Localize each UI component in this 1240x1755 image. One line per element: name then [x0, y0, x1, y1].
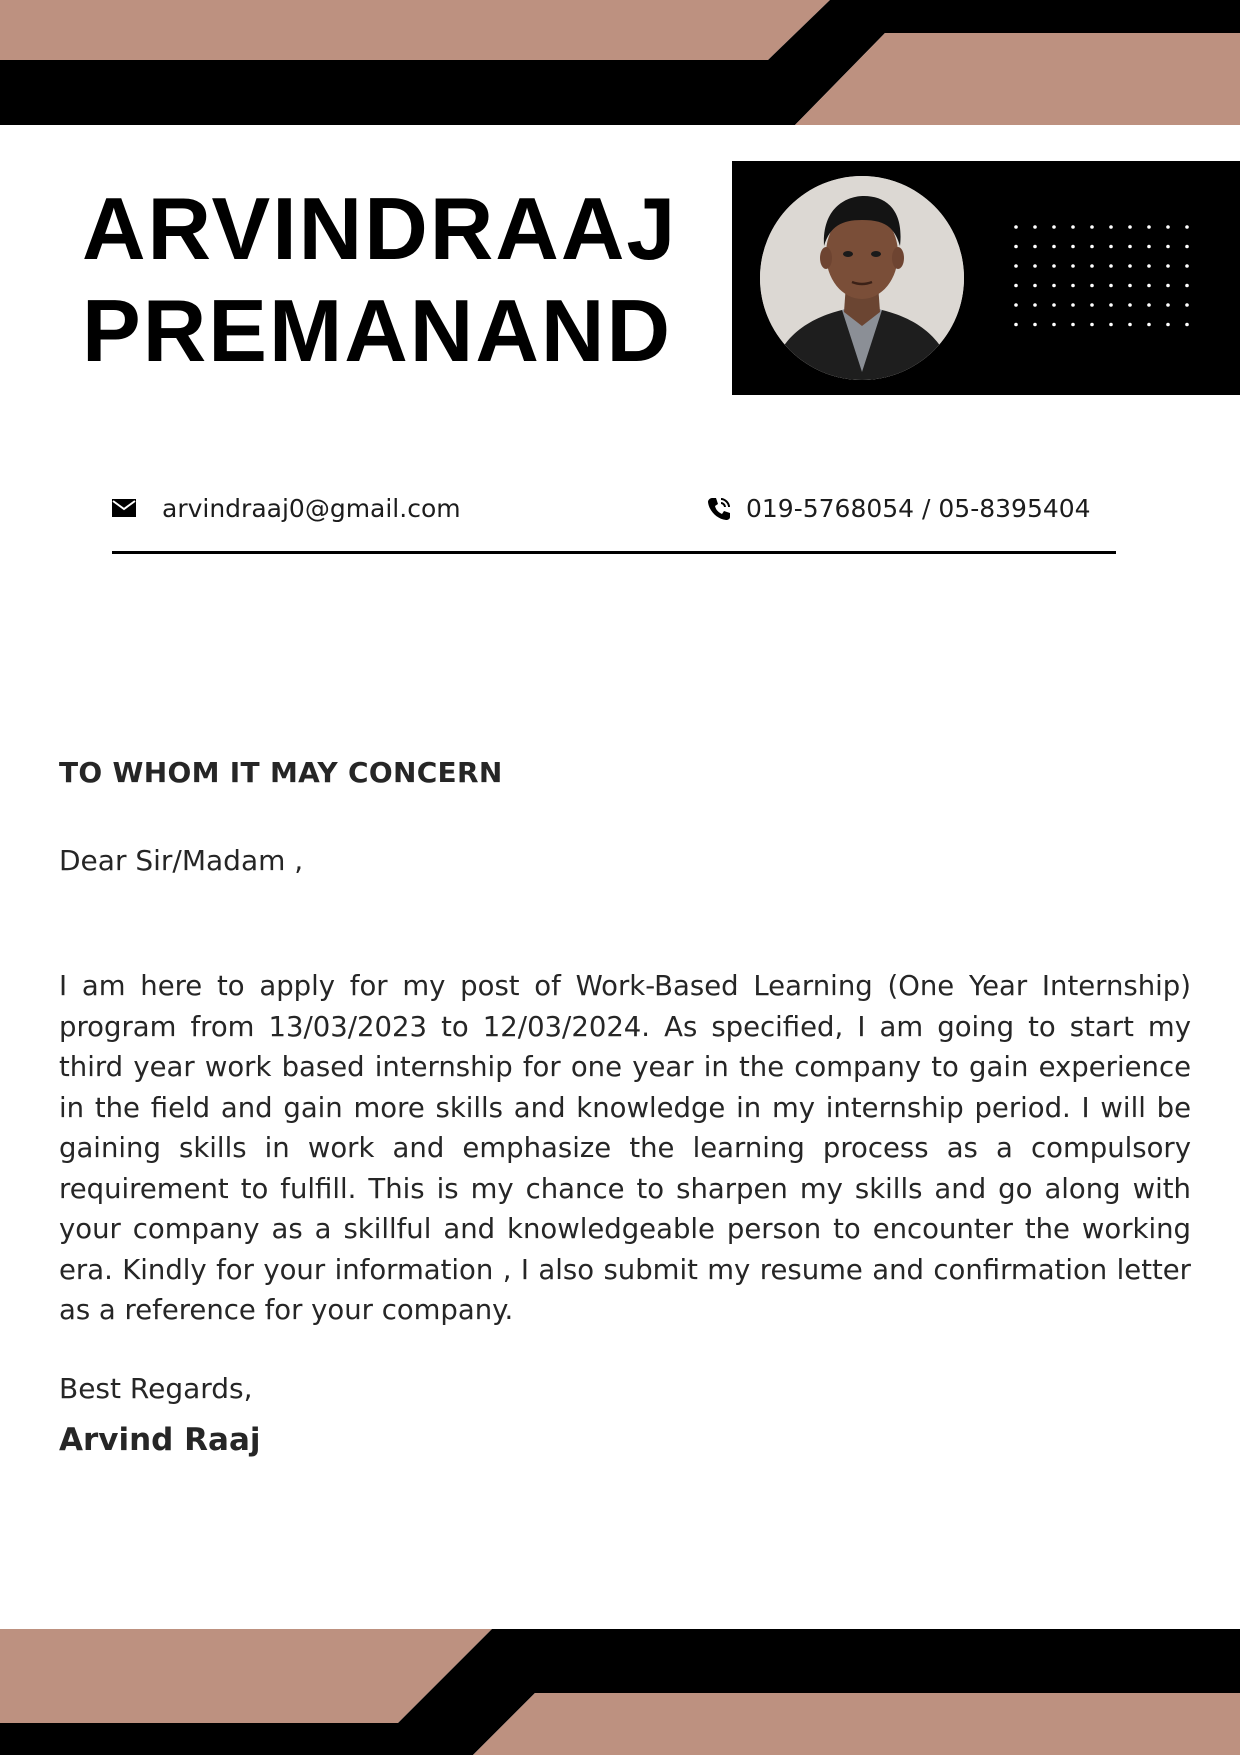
decor-dot [1109, 225, 1113, 229]
signature-name: Arvind Raaj [59, 1422, 261, 1458]
salutation: Dear Sir/Madam , [59, 844, 304, 877]
decor-dot [1166, 322, 1170, 327]
decor-dot [1147, 283, 1151, 288]
decor-dot [1109, 303, 1113, 307]
decor-dot [1052, 322, 1056, 327]
decor-dot [1128, 264, 1132, 268]
decor-dot [1014, 322, 1018, 327]
decor-dot [1147, 264, 1151, 268]
decor-dot [1014, 283, 1018, 288]
decor-dot [1185, 244, 1189, 249]
decor-dot [1109, 322, 1113, 327]
decor-dot [1090, 303, 1094, 307]
envelope-icon [110, 493, 140, 523]
decor-dot [1014, 225, 1018, 229]
email-contact: arvindraaj0@gmail.com [110, 488, 461, 528]
email-address[interactable]: arvindraaj0@gmail.com [162, 494, 461, 523]
decor-dot [1014, 244, 1018, 249]
letter-body: I am here to apply for my post of Work-B… [59, 970, 1191, 1326]
decor-dot [1147, 244, 1151, 249]
decor-dot [1147, 303, 1151, 307]
decor-dot [1147, 322, 1151, 327]
decor-dot [1128, 322, 1132, 327]
phone-icon [704, 493, 734, 523]
decor-dot [1071, 264, 1075, 268]
dot-grid-decoration [1014, 225, 1189, 327]
applicant-name: ARVINDRAAJ PREMANAND [82, 178, 722, 382]
decor-dot [1052, 283, 1056, 288]
decor-dot [1185, 303, 1189, 307]
decor-dot [1166, 303, 1170, 307]
decor-dot [1090, 283, 1094, 288]
decor-dot [1128, 225, 1132, 229]
decor-dot [1166, 244, 1170, 249]
decor-dot [1071, 303, 1075, 307]
decor-dot [1033, 225, 1037, 229]
decor-dot [1109, 264, 1113, 268]
decor-dot [1071, 283, 1075, 288]
decor-dot [1052, 303, 1056, 307]
letter-heading: TO WHOM IT MAY CONCERN [59, 756, 503, 789]
decor-dot [1128, 283, 1132, 288]
decor-dot [1147, 225, 1151, 229]
profile-photo [760, 176, 964, 380]
person-portrait-icon [760, 176, 964, 380]
decor-dot [1071, 322, 1075, 327]
decor-dot [1090, 322, 1094, 327]
decor-dot [1090, 225, 1094, 229]
closing: Best Regards, [59, 1372, 253, 1405]
decor-dot [1185, 283, 1189, 288]
decor-dot [1166, 264, 1170, 268]
decor-dot [1185, 264, 1189, 268]
decor-dot [1052, 225, 1056, 229]
decor-dot [1052, 264, 1056, 268]
decor-dot [1033, 264, 1037, 268]
decor-dot [1109, 244, 1113, 249]
decor-dot [1071, 225, 1075, 229]
decor-dot [1166, 225, 1170, 229]
last-name: PREMANAND [82, 281, 672, 380]
phone-number[interactable]: 019-5768054 / 05-8395404 [746, 494, 1091, 523]
decor-dot [1014, 303, 1018, 307]
phone-contact: 019-5768054 / 05-8395404 [704, 488, 1091, 528]
decor-dot [1185, 322, 1189, 327]
decor-dot [1033, 283, 1037, 288]
decor-dot [1014, 264, 1018, 268]
bottom-decorative-band [0, 1625, 1240, 1755]
decor-dot [1052, 244, 1056, 249]
decor-dot [1166, 283, 1170, 288]
decor-dot [1033, 303, 1037, 307]
photo-panel [732, 161, 1240, 395]
decor-dot [1071, 244, 1075, 249]
decor-dot [1033, 322, 1037, 327]
first-name: ARVINDRAAJ [82, 179, 678, 278]
decor-dot [1128, 303, 1132, 307]
decor-dot [1033, 244, 1037, 249]
decor-dot [1090, 264, 1094, 268]
contact-divider [112, 551, 1116, 554]
decor-dot [1090, 244, 1094, 249]
decor-dot [1185, 225, 1189, 229]
decor-dot [1109, 283, 1113, 288]
decor-dot [1128, 244, 1132, 249]
top-decorative-band [0, 0, 1240, 125]
